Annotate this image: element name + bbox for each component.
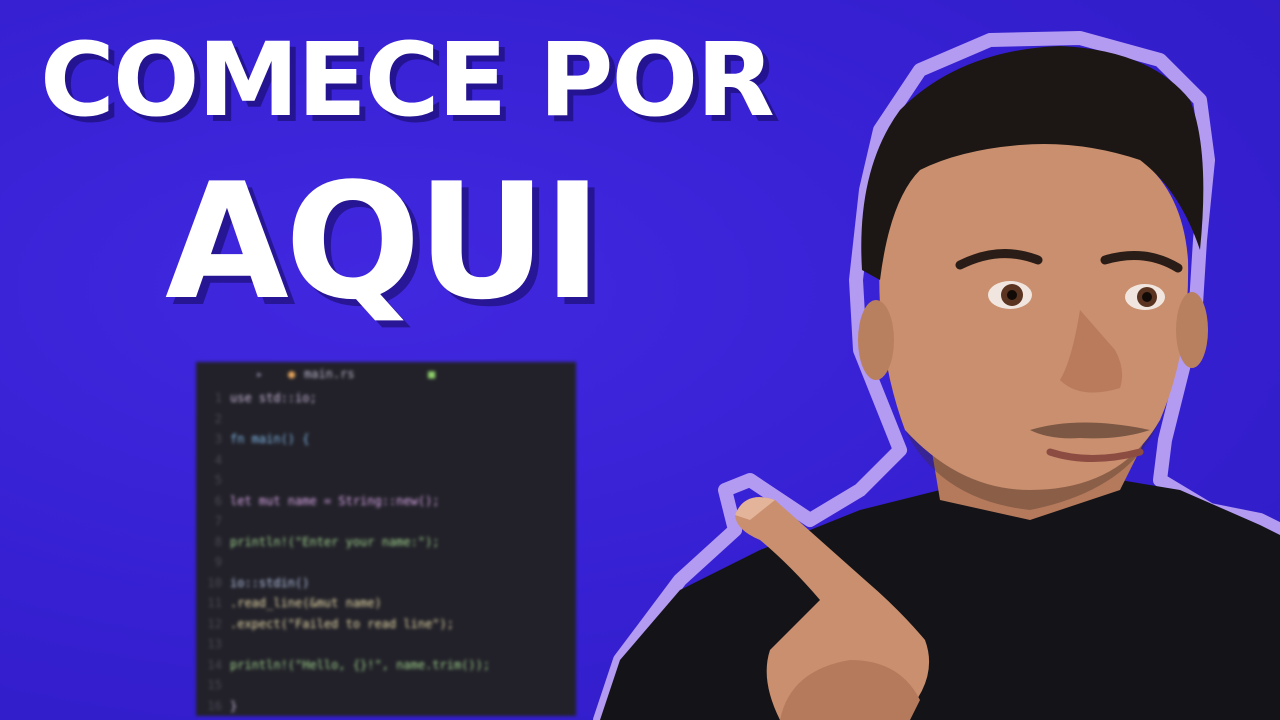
presenter-illustration — [593, 31, 1280, 720]
code-line: 11 .read_line(&mut name) — [196, 595, 576, 611]
code-line: 7 — [196, 513, 576, 529]
shirt — [600, 480, 1280, 720]
face — [879, 130, 1189, 490]
headline-line-2: AQUI — [165, 148, 602, 335]
rust-file-icon: ● — [288, 367, 296, 381]
right-ear — [1176, 292, 1208, 368]
code-line: 2 — [196, 411, 576, 427]
left-ear — [858, 300, 894, 380]
line-number: 6 — [214, 493, 222, 508]
line-number: 12 — [207, 616, 222, 631]
line-number: 5 — [214, 473, 222, 487]
code-line: 16} — [196, 698, 576, 714]
code-line: 6 let mut name = String::new(); — [196, 493, 576, 509]
line-number: 14 — [207, 657, 222, 672]
code-text: use std::io; — [230, 391, 317, 405]
code-line: 9 — [196, 554, 576, 570]
code-editor-tab: ▸ ● main.rs ■ — [256, 367, 436, 381]
code-line: 10 io::stdin() — [196, 575, 576, 591]
line-number: 13 — [207, 637, 222, 651]
code-line: 14 println!("Hello, {}!", name.trim()); — [196, 657, 576, 673]
line-number: 1 — [214, 391, 222, 405]
code-line: 3 fn main() { — [196, 431, 576, 447]
code-text: io::stdin() — [230, 575, 310, 590]
code-line: 4 — [196, 452, 576, 468]
line-number: 10 — [207, 575, 222, 590]
code-text: .expect("Failed to read line"); — [230, 616, 454, 631]
code-text: let mut name = String::new(); — [230, 493, 440, 508]
code-editor-tab-label: main.rs — [304, 367, 355, 381]
code-line: 1 use std::io; — [196, 390, 576, 406]
line-number: 9 — [214, 555, 222, 569]
line-number: 11 — [207, 596, 222, 610]
right-pupil — [1142, 292, 1152, 302]
code-text: .read_line(&mut name) — [230, 596, 382, 610]
code-text: } — [230, 698, 238, 713]
code-line: 13 — [196, 636, 576, 652]
status-dot-icon: ■ — [428, 367, 436, 381]
line-number: 16 — [207, 698, 222, 713]
line-number: 15 — [207, 678, 222, 692]
presenter-photo — [560, 20, 1280, 720]
code-line: 5 — [196, 472, 576, 488]
code-line: 8 println!("Enter your name:"); — [196, 534, 576, 550]
line-number: 4 — [214, 452, 222, 467]
code-line: 15 — [196, 677, 576, 693]
line-number: 3 — [214, 432, 222, 446]
code-text: println!("Hello, {}!", name.trim()); — [230, 657, 491, 672]
code-text: println!("Enter your name:"); — [230, 534, 440, 549]
left-pupil — [1007, 290, 1017, 300]
code-text: fn main() { — [230, 432, 310, 446]
code-line: 12 .expect("Failed to read line"); — [196, 616, 576, 632]
code-editor-screenshot: ▸ ● main.rs ■ 1 use std::io;23 fn main() {… — [196, 362, 576, 716]
line-number: 7 — [214, 514, 222, 528]
line-number: 8 — [214, 534, 222, 549]
line-number: 2 — [214, 411, 222, 426]
